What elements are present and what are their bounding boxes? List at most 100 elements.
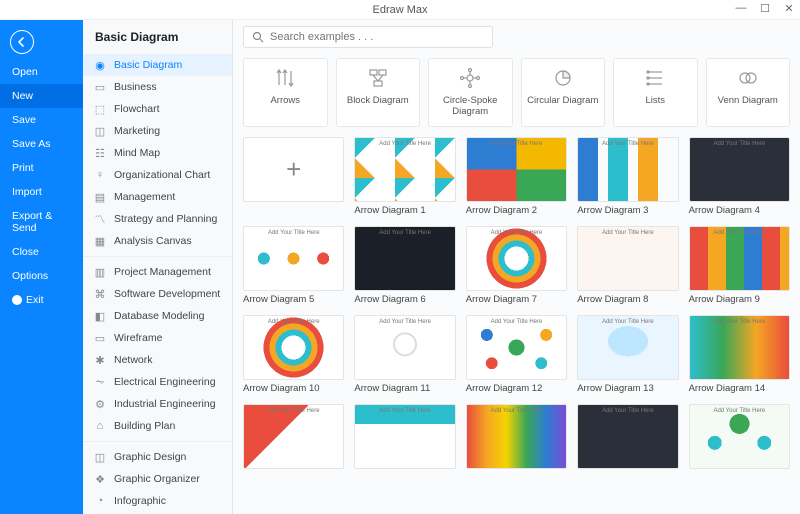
template-card[interactable]: Add Your Title HereArrow Diagram 8	[577, 226, 678, 305]
template-thumbnail: Add Your Title Here	[466, 137, 567, 202]
category-item-graphic-design[interactable]: ◫Graphic Design	[83, 446, 232, 468]
template-card[interactable]: Add Your Title HereArrow Diagram 3	[577, 137, 678, 216]
category-item-network[interactable]: ✱Network	[83, 349, 232, 371]
template-card[interactable]: Add Your Title HereArrow Diagram 6	[354, 226, 455, 305]
template-card[interactable]: Add Your Title Here	[577, 404, 678, 472]
category-icon: ◫	[93, 124, 107, 138]
template-card[interactable]: Add Your Title Here	[466, 404, 567, 472]
category-item-database-modeling[interactable]: ◧Database Modeling	[83, 305, 232, 327]
template-label: Arrow Diagram 9	[689, 294, 790, 305]
titlebar: Edraw Max — ☐ ✕	[0, 0, 800, 20]
category-label: Management	[114, 191, 175, 203]
category-icon: ❖	[93, 472, 107, 486]
category-item-industrial-engineering[interactable]: ⚙Industrial Engineering	[83, 393, 232, 415]
category-label: Graphic Design	[114, 451, 186, 463]
template-thumbnail: Add Your Title Here	[243, 226, 344, 291]
template-card[interactable]: Add Your Title HereArrow Diagram 13	[577, 315, 678, 394]
template-label: Arrow Diagram 4	[689, 205, 790, 216]
file-menu-close[interactable]: Close	[0, 240, 83, 264]
template-card[interactable]: Add Your Title HereArrow Diagram 14	[689, 315, 790, 394]
diagram-type-block-diagram[interactable]: Block Diagram	[336, 58, 421, 127]
category-item-graphic-organizer[interactable]: ❖Graphic Organizer	[83, 468, 232, 490]
category-item-building-plan[interactable]: ⌂Building Plan	[83, 415, 232, 437]
template-card[interactable]: Add Your Title Here	[243, 404, 344, 472]
template-thumbnail: +	[243, 137, 344, 202]
thumb-title: Add Your Title Here	[355, 141, 454, 147]
close-button[interactable]: ✕	[782, 2, 796, 15]
diagram-type-arrows[interactable]: Arrows	[243, 58, 328, 127]
category-icon: ▭	[93, 80, 107, 94]
file-menu-print[interactable]: Print	[0, 156, 83, 180]
category-item-management[interactable]: ▤ Management	[83, 186, 232, 208]
template-blank[interactable]: +	[243, 137, 344, 216]
category-title: Basic Diagram	[83, 20, 232, 50]
file-menu-options[interactable]: Options	[0, 264, 83, 288]
category-item-electrical-engineering[interactable]: ⏦Electrical Engineering	[83, 371, 232, 393]
search-input[interactable]	[270, 31, 484, 43]
template-card[interactable]: Add Your Title HereArrow Diagram 11	[354, 315, 455, 394]
file-menu-save[interactable]: Save	[0, 108, 83, 132]
template-label: Arrow Diagram 10	[243, 383, 344, 394]
file-menu-save-as[interactable]: Save As	[0, 132, 83, 156]
file-menu-exit[interactable]: Exit	[0, 288, 83, 312]
thumb-title: Add Your Title Here	[690, 141, 789, 147]
category-item-basic-diagram[interactable]: ◉Basic Diagram	[83, 54, 232, 76]
search-box[interactable]	[243, 26, 493, 48]
thumb-title: Add Your Title Here	[690, 408, 789, 414]
diagram-type-lists[interactable]: Lists	[613, 58, 698, 127]
template-card[interactable]: Add Your Title HereArrow Diagram 5	[243, 226, 344, 305]
category-item-project-management[interactable]: ▥Project Management	[83, 261, 232, 283]
file-menu-import[interactable]: Import	[0, 180, 83, 204]
minimize-button[interactable]: —	[734, 2, 748, 15]
template-card[interactable]: Add Your Title Here Arrow Diagram 10	[243, 315, 344, 394]
category-item-marketing[interactable]: ◫ Marketing	[83, 120, 232, 142]
diagram-type-venn-diagram[interactable]: Venn Diagram	[706, 58, 791, 127]
thumb-title: Add Your Title Here	[578, 408, 677, 414]
file-menu-new[interactable]: New	[0, 84, 83, 108]
plus-icon: +	[286, 154, 301, 185]
category-label: Network	[114, 354, 153, 366]
category-label: Mind Map	[114, 147, 160, 159]
block-diagram-icon	[367, 67, 389, 89]
category-label: Organizational Chart	[114, 169, 210, 181]
template-card[interactable]: Add Your Title HereArrow Diagram 9	[689, 226, 790, 305]
file-menu-label: Import	[12, 186, 42, 198]
category-item-wireframe[interactable]: ▭Wireframe	[83, 327, 232, 349]
template-label: Arrow Diagram 14	[689, 383, 790, 394]
circle-spoke-diagram-icon	[459, 67, 481, 89]
category-label: Flowchart	[114, 103, 160, 115]
category-item-strategy-and-planning[interactable]: 〽Strategy and Planning	[83, 208, 232, 230]
template-card[interactable]: Add Your Title HereArrow Diagram 7	[466, 226, 567, 305]
category-icon: ⬚	[93, 102, 107, 116]
diagram-type-circular-diagram[interactable]: Circular Diagram	[521, 58, 606, 127]
app-title: Edraw Max	[372, 4, 427, 16]
template-card[interactable]: Add Your Title HereArrow Diagram 12	[466, 315, 567, 394]
category-item-flowchart[interactable]: ⬚ Flowchart	[83, 98, 232, 120]
file-menu-export-send[interactable]: Export & Send	[0, 204, 83, 240]
thumb-title: Add Your Title Here	[467, 141, 566, 147]
template-card[interactable]: Add Your Title HereArrow Diagram 1	[354, 137, 455, 216]
category-item-organizational-chart[interactable]: ♀Organizational Chart	[83, 164, 232, 186]
template-label: Arrow Diagram 6	[354, 294, 455, 305]
diagram-type-circle-spoke-diagram[interactable]: Circle-Spoke Diagram	[428, 58, 513, 127]
template-thumbnail: Add Your Title Here	[354, 404, 455, 469]
maximize-button[interactable]: ☐	[758, 2, 772, 15]
file-menu-open[interactable]: Open	[0, 60, 83, 84]
category-label: Marketing	[114, 125, 160, 137]
category-item-mind-map[interactable]: ☷Mind Map	[83, 142, 232, 164]
category-item-software-development[interactable]: ⌘Software Development	[83, 283, 232, 305]
template-thumbnail: Add Your Title Here	[243, 315, 344, 380]
category-icon: ▤	[93, 190, 107, 204]
template-label: Arrow Diagram 7	[466, 294, 567, 305]
template-card[interactable]: Add Your Title HereArrow Diagram 2	[466, 137, 567, 216]
category-item-infographic[interactable]: ◔Infographic	[83, 490, 232, 512]
category-item-analysis-canvas[interactable]: ▦Analysis Canvas	[83, 230, 232, 252]
template-card[interactable]: Add Your Title Here	[689, 404, 790, 472]
file-menu-sidebar: OpenNewSaveSave AsPrint Import Export & Se…	[0, 20, 83, 514]
template-card[interactable]: Add Your Title Here	[354, 404, 455, 472]
category-label: Software Development	[114, 288, 220, 300]
template-label: Arrow Diagram 11	[354, 383, 455, 394]
category-item-business[interactable]: ▭Business	[83, 76, 232, 98]
back-button[interactable]	[10, 30, 34, 54]
template-card[interactable]: Add Your Title Here Arrow Diagram 4	[689, 137, 790, 216]
